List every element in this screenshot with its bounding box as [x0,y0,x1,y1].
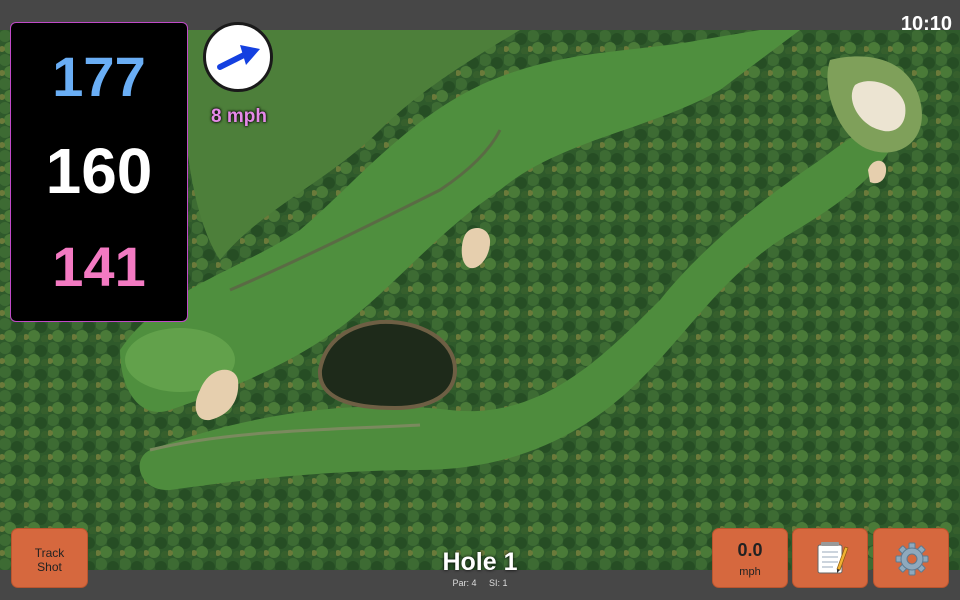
yardage-panel: 177 160 141 [10,22,188,322]
clock-time: 10:10 [900,13,952,35]
track-shot-label-line2: Shot [37,560,62,574]
hole-info: Par: 4 SI: 1 [380,578,580,588]
wind-direction-indicator [203,22,273,92]
wind-speed-label: 8 mph [211,106,267,127]
hole-stroke-index: SI: 1 [489,578,508,588]
settings-button[interactable] [873,528,949,588]
speed-value: 0.0 [737,540,763,560]
notepad-icon [817,542,849,574]
track-shot-button[interactable]: Track Shot [11,528,88,588]
notes-button[interactable] [792,528,868,588]
hole-title: Hole 1 [442,548,518,576]
middle-yardage: 160 [45,135,153,207]
back-yardage: 177 [52,45,146,108]
hole-par: Par: 4 [452,578,477,588]
speed-button[interactable]: 0.0 mph [712,528,788,588]
gear-icon [895,542,929,576]
front-yardage: 141 [52,235,146,298]
speed-unit: mph [739,566,761,578]
arrow-right-up-icon [217,45,260,70]
track-shot-label-line1: Track [34,546,65,560]
